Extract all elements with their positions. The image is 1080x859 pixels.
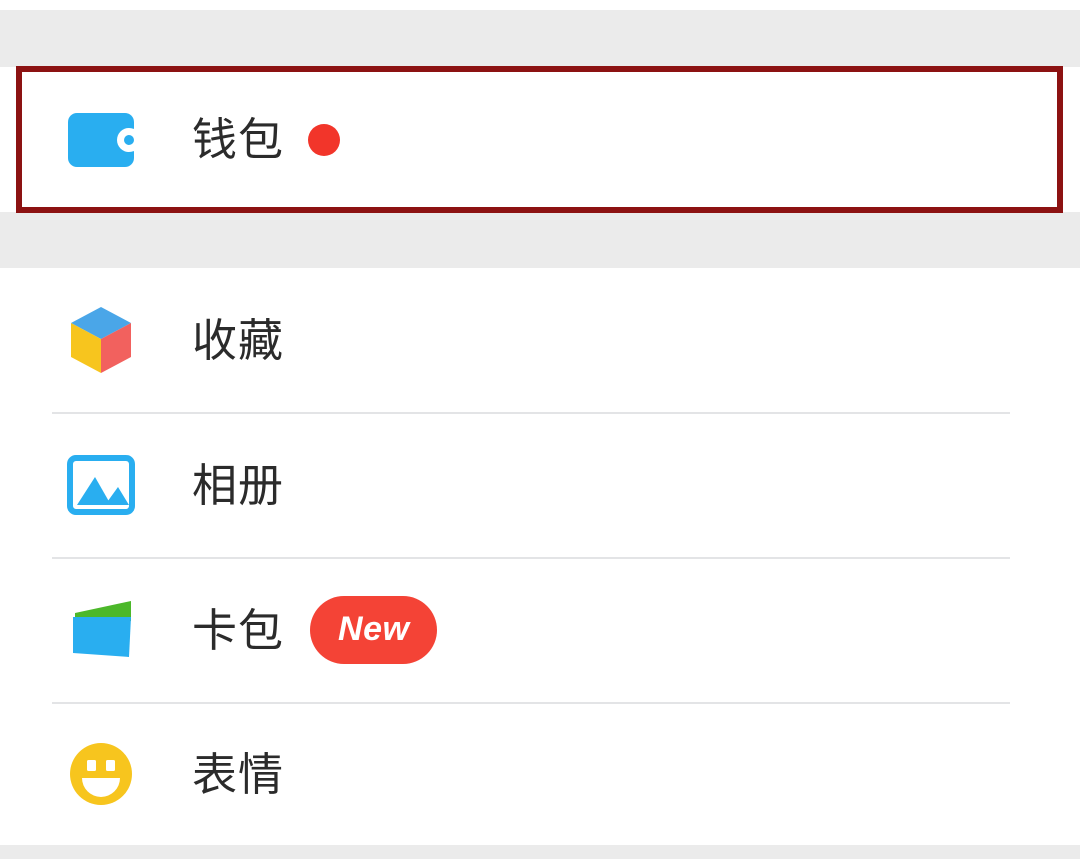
menu-item-label: 卡包 [192,603,285,657]
menu-item-label: 钱包 [192,113,285,166]
menu-item-label: 相册 [192,458,285,512]
menu-item-album[interactable]: 相册 [0,413,1080,557]
notification-dot-icon [308,123,341,156]
new-badge: New [310,596,438,664]
top-gap-strip [0,10,1080,67]
menu-item-wallet[interactable]: 钱包 [0,67,1080,212]
me-menu-screen: 钱包 收藏 相册 卡包 New 表情 [0,0,1080,859]
menu-item-label: 收藏 [192,313,285,367]
menu-item-emoji[interactable]: 表情 [0,703,1080,845]
card-package-icon [66,595,136,665]
menu-item-cards[interactable]: 卡包 New [0,558,1080,702]
photo-icon [66,450,136,520]
wallet-icon [66,105,136,175]
bottom-gap-strip [0,845,1080,859]
menu-item-label: 表情 [192,747,285,801]
menu-item-favorites[interactable]: 收藏 [0,268,1080,412]
smiley-icon [66,739,136,809]
middle-gap-strip [0,212,1080,268]
cube-icon [66,305,136,375]
